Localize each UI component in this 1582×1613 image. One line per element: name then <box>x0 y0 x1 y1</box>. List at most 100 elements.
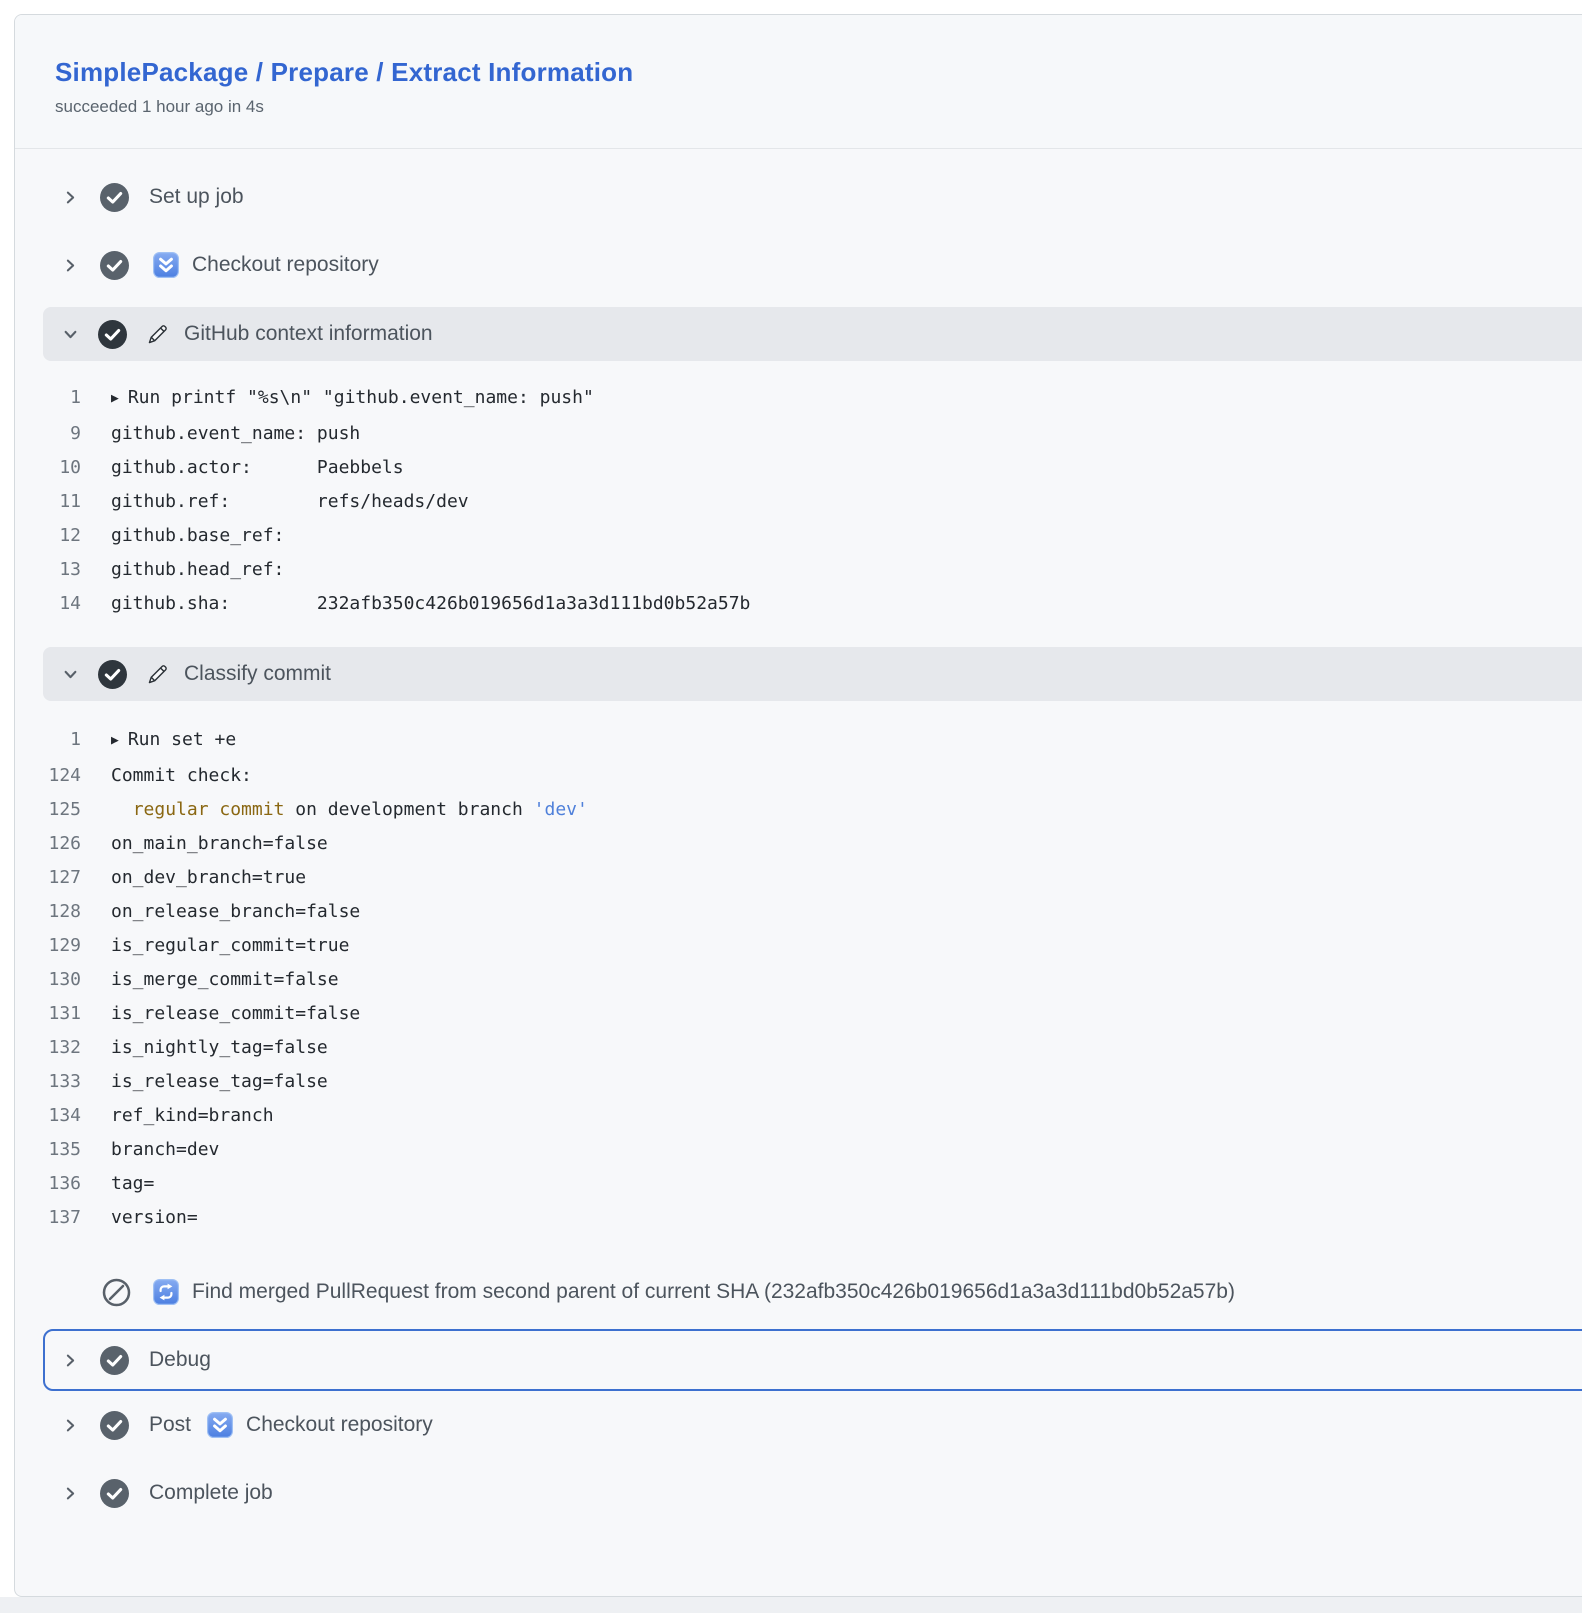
log-line-text: branch=dev <box>111 1133 219 1167</box>
log-github-context: 1▶Run printf "%s\n" "github.event_name: … <box>15 361 1582 643</box>
success-check-icon <box>100 183 129 212</box>
log-line: 136 tag= <box>15 1167 1582 1201</box>
log-line-number[interactable]: 1 <box>15 381 81 417</box>
log-line-text: is_nightly_tag=false <box>111 1031 328 1065</box>
job-status-summary: succeeded 1 hour ago in 4s <box>55 97 1573 117</box>
chevron-right-icon[interactable] <box>63 1486 78 1501</box>
log-line-text: github.head_ref: <box>111 553 284 587</box>
step-label-prefix: Post <box>149 1413 191 1437</box>
log-line-text: tag= <box>111 1167 154 1201</box>
log-line-number[interactable]: 13 <box>15 553 81 587</box>
log-line-number[interactable]: 14 <box>15 587 81 621</box>
step-label: Set up job <box>149 185 244 209</box>
log-line-text: on_dev_branch=true <box>111 861 306 895</box>
log-line-text: is_merge_commit=false <box>111 963 339 997</box>
pencil-icon <box>146 663 169 686</box>
log-classify-commit: 1▶Run set +e124Commit check:125 regular … <box>15 701 1582 1259</box>
log-line: 130 is_merge_commit=false <box>15 963 1582 997</box>
log-line-number[interactable]: 12 <box>15 519 81 553</box>
step-label: Checkout repository <box>246 1413 433 1437</box>
log-line: 11github.ref: refs/heads/dev <box>15 485 1582 519</box>
log-line-number[interactable]: 124 <box>15 759 81 793</box>
step-post-checkout-repository[interactable]: Post Checkout repository <box>15 1391 1582 1459</box>
success-check-icon <box>98 660 127 689</box>
log-line: 129 is_regular_commit=true <box>15 929 1582 963</box>
sync-icon <box>153 1279 179 1305</box>
step-github-context-information[interactable]: GitHub context information <box>43 307 1582 361</box>
log-line: 12github.base_ref: <box>15 519 1582 553</box>
steps-list: Set up job Checkout repository GitHub co… <box>15 149 1582 1527</box>
log-line: 125 regular commit on development branch… <box>15 793 1582 827</box>
log-line-text: github.event_name: push <box>111 417 360 451</box>
log-line-number[interactable]: 130 <box>15 963 81 997</box>
log-line: 134 ref_kind=branch <box>15 1099 1582 1133</box>
log-line-text: Commit check: <box>111 759 252 793</box>
log-line-number[interactable]: 129 <box>15 929 81 963</box>
log-line: 1▶Run printf "%s\n" "github.event_name: … <box>15 381 1582 417</box>
log-line-number[interactable]: 1 <box>15 723 81 759</box>
log-line-text: github.actor: Paebbels <box>111 451 404 485</box>
skipped-icon <box>102 1278 131 1307</box>
log-line: 127 on_dev_branch=true <box>15 861 1582 895</box>
chevron-right-icon[interactable] <box>63 258 78 273</box>
log-line-number[interactable]: 132 <box>15 1031 81 1065</box>
log-line-number[interactable]: 10 <box>15 451 81 485</box>
success-check-icon <box>100 1479 129 1508</box>
log-line-number[interactable]: 125 <box>15 793 81 827</box>
log-line: 14github.sha: 232afb350c426b019656d1a3a3… <box>15 587 1582 621</box>
log-line-number[interactable]: 9 <box>15 417 81 451</box>
run-toggle-icon[interactable]: ▶ <box>111 724 119 758</box>
step-label: Complete job <box>149 1481 273 1505</box>
step-label: Checkout repository <box>192 253 379 277</box>
step-find-merged-pullrequest[interactable]: Find merged PullRequest from second pare… <box>15 1259 1582 1325</box>
log-line-text: is_release_tag=false <box>111 1065 328 1099</box>
log-line: 128 on_release_branch=false <box>15 895 1582 929</box>
chevron-right-icon[interactable] <box>63 190 78 205</box>
chevron-right-icon[interactable] <box>63 1418 78 1433</box>
log-line: 10 github.actor: Paebbels <box>15 451 1582 485</box>
step-checkout-repository[interactable]: Checkout repository <box>15 231 1582 299</box>
step-complete-job[interactable]: Complete job <box>15 1459 1582 1527</box>
log-line-text: version= <box>111 1201 198 1235</box>
log-line-number[interactable]: 126 <box>15 827 81 861</box>
checkout-icon <box>153 252 179 278</box>
log-line-number[interactable]: 131 <box>15 997 81 1031</box>
step-debug[interactable]: Debug <box>43 1329 1582 1391</box>
log-line-text: is_regular_commit=true <box>111 929 349 963</box>
log-line-text: regular commit on development branch 'de… <box>111 793 588 827</box>
job-title-link[interactable]: SimplePackage / Prepare / Extract Inform… <box>55 57 1573 88</box>
step-label: Find merged PullRequest from second pare… <box>192 1280 1235 1304</box>
chevron-down-icon[interactable] <box>63 667 78 682</box>
log-line-number[interactable]: 133 <box>15 1065 81 1099</box>
page-background-strip <box>0 1597 1582 1613</box>
chevron-right-icon[interactable] <box>63 1353 78 1368</box>
log-line-number[interactable]: 11 <box>15 485 81 519</box>
log-line-number[interactable]: 136 <box>15 1167 81 1201</box>
checkout-icon <box>207 1412 233 1438</box>
log-line-text: on_release_branch=false <box>111 895 360 929</box>
log-line: 132 is_nightly_tag=false <box>15 1031 1582 1065</box>
log-line: 1 ▶Run set +e <box>15 723 1582 759</box>
step-set-up-job[interactable]: Set up job <box>15 163 1582 231</box>
log-line-text: ref_kind=branch <box>111 1099 274 1133</box>
log-line-number[interactable]: 137 <box>15 1201 81 1235</box>
job-log-card: SimplePackage / Prepare / Extract Inform… <box>14 14 1582 1597</box>
chevron-down-icon[interactable] <box>63 327 78 342</box>
log-line-number[interactable]: 135 <box>15 1133 81 1167</box>
log-line: 137 version= <box>15 1201 1582 1235</box>
log-line-number[interactable]: 128 <box>15 895 81 929</box>
log-line: 13 github.head_ref: <box>15 553 1582 587</box>
log-line: 133 is_release_tag=false <box>15 1065 1582 1099</box>
log-line-text: ▶Run set +e <box>111 723 236 759</box>
log-line-text: on_main_branch=false <box>111 827 328 861</box>
log-line: 124 Commit check: <box>15 759 1582 793</box>
log-line-number[interactable]: 127 <box>15 861 81 895</box>
step-label: GitHub context information <box>184 322 433 346</box>
step-classify-commit[interactable]: Classify commit <box>43 647 1582 701</box>
pencil-icon <box>146 323 169 346</box>
success-check-icon <box>100 1411 129 1440</box>
run-toggle-icon[interactable]: ▶ <box>111 382 119 416</box>
log-line: 131is_release_commit=false <box>15 997 1582 1031</box>
log-line-number[interactable]: 134 <box>15 1099 81 1133</box>
log-line: 9 github.event_name: push <box>15 417 1582 451</box>
